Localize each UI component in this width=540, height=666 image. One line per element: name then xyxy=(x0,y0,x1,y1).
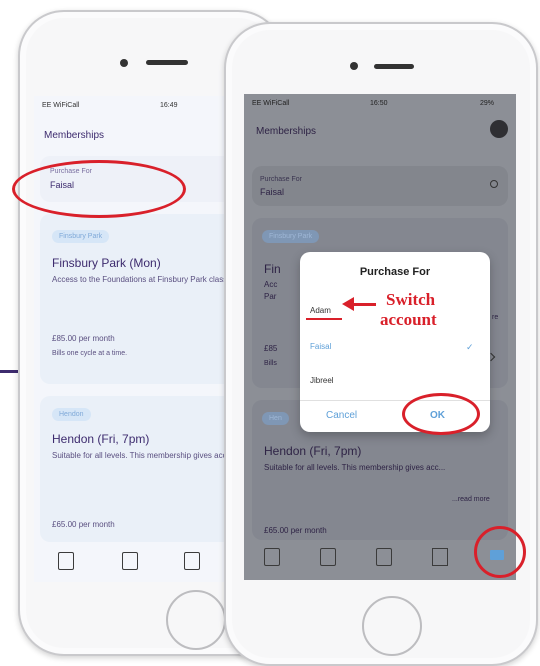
back-speaker xyxy=(146,60,188,65)
back-page-title: Memberships xyxy=(44,130,105,141)
highlight-ok-button xyxy=(402,393,480,435)
front-purchase-for-chevron-icon xyxy=(490,180,498,188)
front-nav-video-icon[interactable] xyxy=(376,548,392,566)
dialog-cancel-button[interactable]: Cancel xyxy=(326,410,357,421)
dialog-option-adam[interactable]: Adam xyxy=(310,306,331,315)
front-card1-price-fragment: £85 xyxy=(264,344,278,353)
arrow-shaft xyxy=(352,303,376,306)
front-home-button[interactable] xyxy=(362,596,422,656)
front-card1-note-fragment: Bills xyxy=(264,360,277,367)
front-purchase-for-label: Purchase For xyxy=(260,176,303,183)
dialog-option-jibreel[interactable]: Jibreel xyxy=(310,376,334,385)
back-card1-note: Bills one cycle at a time. xyxy=(52,350,128,357)
annotation-account: account xyxy=(380,310,437,329)
front-nav-document-icon[interactable] xyxy=(264,548,280,566)
front-status-carrier: EE WiFiCall xyxy=(252,100,290,107)
back-card2-title: Hendon (Fri, 7pm) xyxy=(52,432,150,446)
dialog-title: Purchase For xyxy=(359,266,431,278)
back-status-carrier: EE WiFiCall xyxy=(42,102,80,109)
back-card2-price: £65.00 per month xyxy=(52,520,115,529)
front-status-time: 16:50 xyxy=(370,100,388,107)
back-camera xyxy=(120,59,128,67)
back-status-time: 16:49 xyxy=(160,102,178,109)
back-card1-price: £85.00 per month xyxy=(52,334,115,343)
arrow-head-icon xyxy=(342,297,354,311)
front-card2-read-more[interactable]: ...read more xyxy=(452,496,490,503)
front-card1-tag: Finsbury Park xyxy=(262,230,320,243)
front-speaker xyxy=(374,64,414,69)
front-purchase-for-value: Faisal xyxy=(260,187,285,197)
front-purchase-for-field[interactable]: Purchase For Faisal xyxy=(252,166,508,206)
back-card1-title: Finsbury Park (Mon) xyxy=(52,256,161,270)
highlight-purchase-for xyxy=(12,160,186,218)
front-nav-calendar-icon[interactable] xyxy=(320,548,336,566)
back-card2-tag: Hendon xyxy=(52,408,91,421)
front-card1-desc-fragment-1: Acc xyxy=(264,280,278,289)
annotation-switch: Switch xyxy=(386,290,436,309)
front-card2-title: Hendon (Fri, 7pm) xyxy=(264,444,362,458)
dialog-option-faisal[interactable]: Faisal xyxy=(310,342,331,351)
back-home-button[interactable] xyxy=(166,590,226,650)
selected-check-icon: ✓ xyxy=(466,342,474,352)
adam-underline xyxy=(306,318,342,320)
back-card1-tag: Finsbury Park xyxy=(52,230,110,243)
profile-avatar[interactable] xyxy=(490,120,508,138)
front-card1-desc-fragment-2: Par xyxy=(264,292,277,301)
front-page-title: Memberships xyxy=(256,126,317,137)
front-nav-chart-icon[interactable] xyxy=(432,548,448,566)
front-card2-price: £65.00 per month xyxy=(264,526,327,535)
back-nav-document-icon[interactable] xyxy=(58,552,74,570)
front-card2-tag-fragment: Hen xyxy=(262,412,289,425)
front-card1-more-fragment: re xyxy=(492,314,499,321)
front-status-battery: 29% xyxy=(480,100,495,107)
highlight-computer-nav xyxy=(474,526,526,578)
back-nav-video-icon[interactable] xyxy=(184,552,200,570)
front-card2-desc: Suitable for all levels. This membership… xyxy=(264,463,446,472)
front-camera xyxy=(350,62,358,70)
front-card1-title-fragment: Fin xyxy=(264,262,281,276)
back-nav-calendar-icon[interactable] xyxy=(122,552,138,570)
